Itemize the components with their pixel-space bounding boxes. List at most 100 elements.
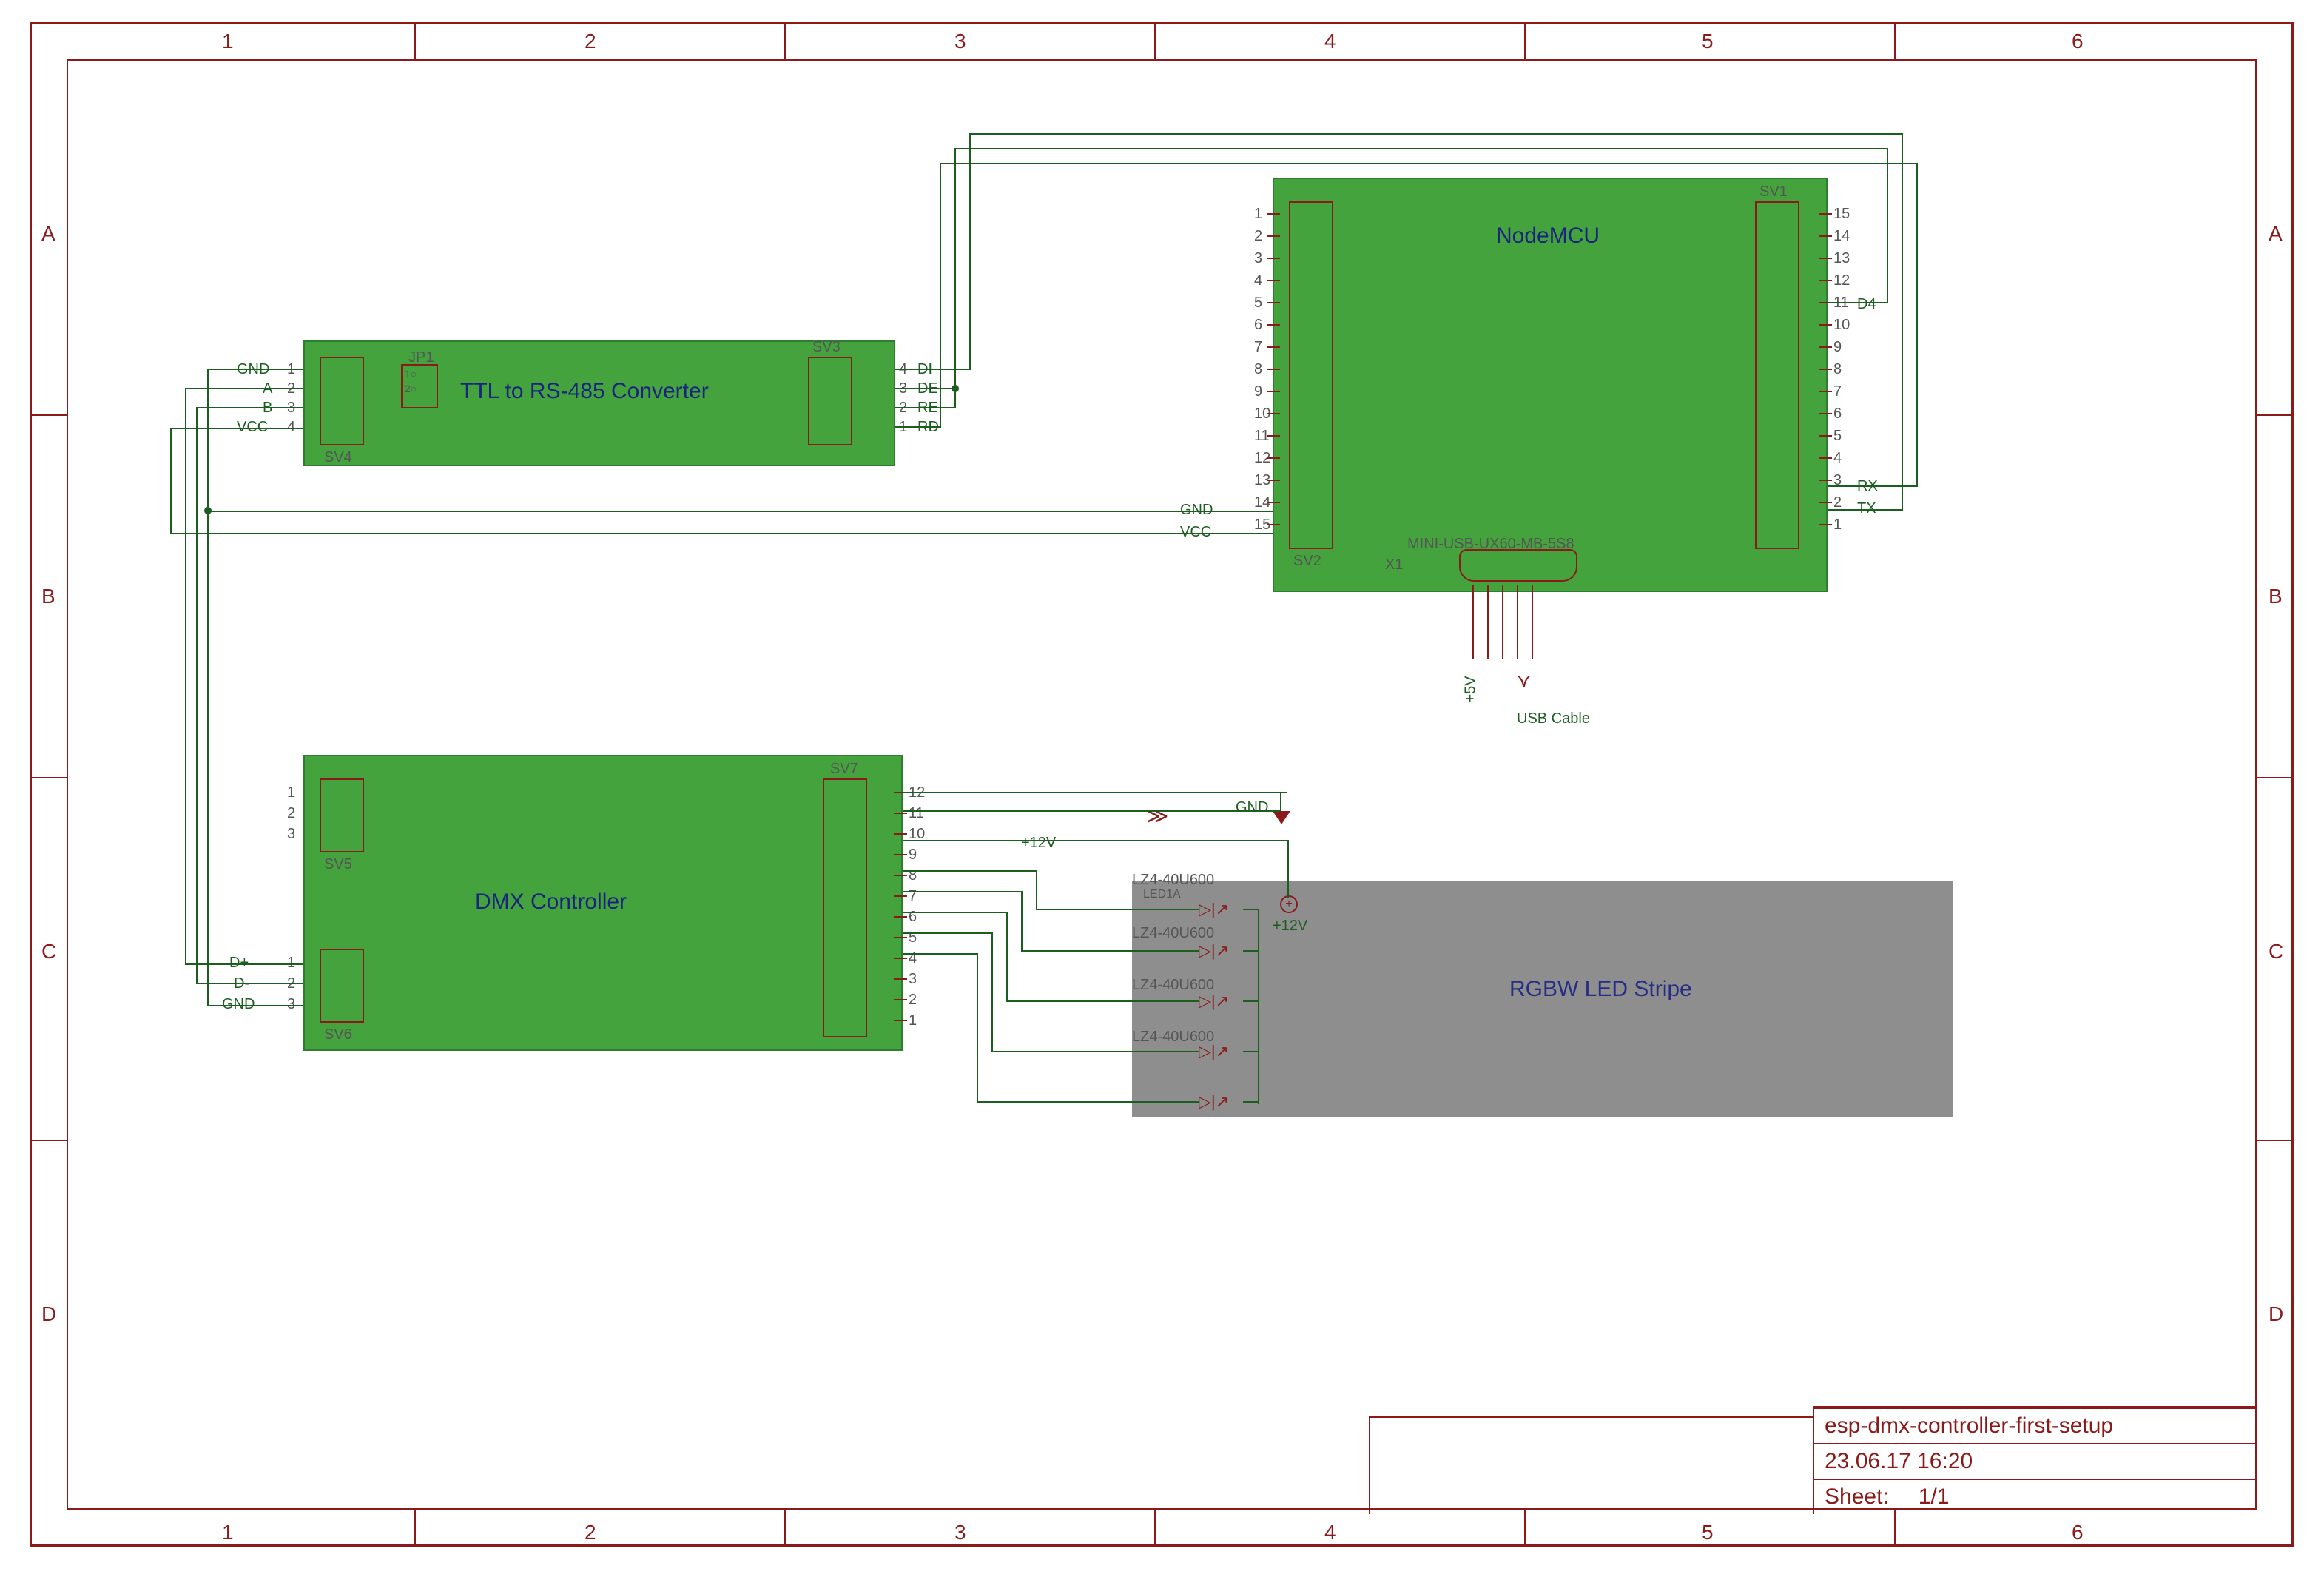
led-icon: ▷|↗ xyxy=(1199,1042,1229,1061)
wire xyxy=(1021,950,1199,952)
ruler-tick xyxy=(414,1510,416,1544)
nodemcu-sv1-pin-7: 7 xyxy=(1833,383,1842,400)
wire xyxy=(1006,912,1008,1000)
nodemcu-d4-label: D4 xyxy=(1857,296,1876,313)
nodemcu-sv2-pin-8: 8 xyxy=(1254,361,1262,378)
led-part-1: LZ4-40U600 xyxy=(1132,925,1214,942)
ruler-tick xyxy=(1154,24,1156,59)
ruler-col-bot-4: 4 xyxy=(1324,1521,1336,1544)
ruler-col-top-3: 3 xyxy=(954,30,966,53)
dmx-sv7-pin-9: 9 xyxy=(909,847,917,864)
plus12v-supply-icon: + xyxy=(1280,895,1298,913)
wire xyxy=(940,163,941,428)
wire xyxy=(1021,891,1023,950)
dmx-sv7-pin-2: 2 xyxy=(909,992,917,1009)
wire xyxy=(977,1101,1199,1103)
ruler-tick xyxy=(1524,24,1526,59)
nodemcu-sv1-pin-9: 9 xyxy=(1833,339,1842,356)
titleblock-project-text: esp-dmx-controller-first-setup xyxy=(1825,1413,2113,1439)
ruler-tick xyxy=(2257,1140,2291,1141)
ruler-row-left-D: D xyxy=(41,1302,56,1326)
ruler-col-bot-1: 1 xyxy=(222,1521,234,1544)
titleblock-sheet-value: 1/1 xyxy=(1919,1484,1950,1510)
nodemcu-sv1-header xyxy=(1755,201,1799,549)
led-icon: ▷|↗ xyxy=(1199,900,1229,919)
nodemcu-usb-cable-label: USB Cable xyxy=(1517,710,1590,727)
wire xyxy=(903,792,1287,793)
ruler-tick xyxy=(1154,1510,1156,1544)
ruler-col-bot-5: 5 xyxy=(1702,1521,1714,1544)
nodemcu-usb-ref: X1 xyxy=(1385,556,1403,574)
ttl-sv3-header xyxy=(808,357,852,445)
wire xyxy=(991,932,993,1051)
ruler-col-top-2: 2 xyxy=(585,30,596,53)
net-junction xyxy=(952,385,959,392)
wire xyxy=(1828,509,1902,511)
dmx-label: DMX Controller xyxy=(475,889,627,915)
nodemcu-sv1-pin-6: 6 xyxy=(1833,406,1842,423)
nodemcu-sv2-pin-7: 7 xyxy=(1254,339,1262,356)
wire xyxy=(895,407,954,408)
dmx-sv5-pin1: 1 xyxy=(287,784,295,801)
usb-wire xyxy=(1487,585,1489,659)
led-part-0: LZ4-40U600 xyxy=(1132,872,1214,889)
dmx-sv6-ref: SV6 xyxy=(324,1026,352,1043)
title-block: esp-dmx-controller-first-setup 23.06.17 … xyxy=(1813,1406,2257,1514)
nodemcu-sv1-pin-12: 12 xyxy=(1833,272,1850,289)
led-icon: ▷|↗ xyxy=(1199,1092,1229,1111)
ruler-col-top-1: 1 xyxy=(222,30,234,53)
wire xyxy=(196,407,303,408)
wire xyxy=(969,133,971,370)
ruler-tick xyxy=(1894,24,1896,59)
wire xyxy=(1243,950,1259,952)
wire xyxy=(196,983,303,984)
ruler-tick xyxy=(32,777,67,778)
dmx-sv7-ref: SV7 xyxy=(830,761,858,778)
block-ttl-converter: TTL to RS-485 Converter SV4 SV3 JP1 1○ 2… xyxy=(303,340,895,466)
led-icon: ▷|↗ xyxy=(1199,992,1229,1011)
usb-wire xyxy=(1532,585,1533,659)
gnd-symbol-icon xyxy=(1273,811,1290,824)
rgbw-plus12v-supply-label: +12V xyxy=(1273,918,1307,935)
nodemcu-sv1-pin-5: 5 xyxy=(1833,428,1842,445)
ruler-row-right-C: C xyxy=(2269,940,2283,963)
wire xyxy=(207,369,209,1006)
ruler-tick xyxy=(2257,777,2291,778)
dmx-sv5-header xyxy=(320,778,364,852)
led-icon: ▷|↗ xyxy=(1199,941,1229,961)
dmx-sv6-header xyxy=(320,949,364,1023)
nodemcu-sv2-pin-6: 6 xyxy=(1254,317,1262,334)
wire xyxy=(903,870,1036,872)
ruler-tick xyxy=(784,24,786,59)
wire xyxy=(991,1051,1199,1052)
wire xyxy=(1243,1051,1259,1052)
rgbw-label: RGBW LED Stripe xyxy=(1509,977,1692,1002)
ruler-tick xyxy=(1894,1510,1896,1544)
ruler-col-bot-3: 3 xyxy=(954,1521,966,1544)
nodemcu-sv1-pin-8: 8 xyxy=(1833,361,1842,378)
ruler-row-right-B: B xyxy=(2269,585,2283,608)
wire xyxy=(903,912,1006,913)
wire xyxy=(1006,1000,1199,1002)
nodemcu-sv2-pin-3: 3 xyxy=(1254,250,1262,267)
wire xyxy=(207,369,303,370)
nodemcu-sv1-pin-13: 13 xyxy=(1833,250,1850,267)
wire xyxy=(977,953,978,1101)
wire xyxy=(1036,909,1199,910)
ruler-row-right-D: D xyxy=(2269,1302,2283,1326)
block-rgbw: RGBW LED Stripe xyxy=(1132,881,1953,1117)
titleblock-sheet-label: Sheet: xyxy=(1825,1484,1889,1510)
nodemcu-plus5v-label: +5V xyxy=(1463,676,1480,702)
nodemcu-sv1-pin-14: 14 xyxy=(1833,228,1850,245)
ruler-col-top-6: 6 xyxy=(2072,30,2084,53)
titleblock-date: 23.06.17 16:20 xyxy=(1814,1443,2257,1479)
rgbw-gnd-text: GND xyxy=(1236,799,1268,816)
wire xyxy=(196,407,198,984)
wire xyxy=(170,533,1273,534)
wire xyxy=(895,369,969,370)
block-dmx: DMX Controller SV5 SV6 SV7 xyxy=(303,755,903,1051)
nodemcu-sv1-ref: SV1 xyxy=(1759,184,1788,201)
dmx-sv5-ref: SV5 xyxy=(324,856,352,873)
nodemcu-sv1-pin-1: 1 xyxy=(1833,517,1842,534)
ruler-col-top-4: 4 xyxy=(1324,30,1336,53)
